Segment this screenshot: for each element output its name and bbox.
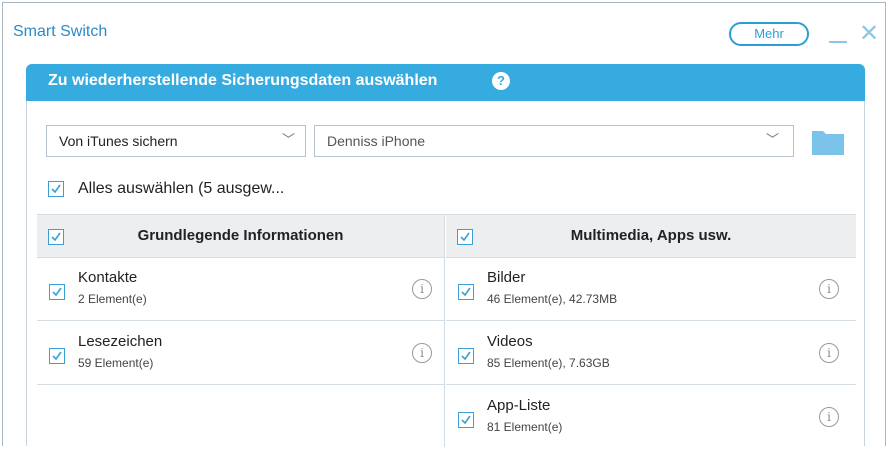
help-icon[interactable]: ? — [492, 72, 510, 90]
item-count: 59 Element(e) — [78, 356, 154, 370]
list-item-kontakte[interactable]: Kontakte 2 Element(e) i — [37, 257, 444, 321]
multimedia-column: Multimedia, Apps usw. Bilder 46 Element(… — [446, 215, 856, 447]
list-item-lesezeichen[interactable]: Lesezeichen 59 Element(e) i — [37, 321, 444, 385]
item-count: 81 Element(e) — [487, 420, 563, 434]
column-title: Grundlegende Informationen — [137, 227, 344, 244]
panel-title: Zu wiederherstellende Sicherungsdaten au… — [48, 72, 438, 89]
item-checkbox[interactable] — [458, 284, 474, 300]
item-checkbox[interactable] — [458, 348, 474, 364]
app-title: Smart Switch — [13, 23, 108, 40]
info-icon[interactable]: i — [412, 343, 432, 363]
backup-source-select[interactable]: Von iTunes sichern ﹀ — [46, 125, 306, 157]
backup-source-value: Von iTunes sichern — [59, 133, 178, 149]
info-icon[interactable]: i — [819, 279, 839, 299]
folder-icon[interactable] — [811, 128, 845, 156]
info-icon[interactable]: i — [819, 343, 839, 363]
device-value: Denniss iPhone — [327, 133, 426, 149]
item-name: App-Liste — [487, 397, 551, 414]
close-icon[interactable]: ✕ — [858, 20, 880, 46]
chevron-down-icon: ﹀ — [765, 133, 779, 148]
more-button[interactable]: Mehr — [729, 22, 809, 46]
list-item-bilder[interactable]: Bilder 46 Element(e), 42.73MB i — [446, 257, 856, 321]
item-count: 46 Element(e), 42.73MB — [487, 292, 618, 306]
device-select[interactable]: Denniss iPhone ﹀ — [314, 125, 794, 157]
item-name: Bilder — [487, 269, 526, 286]
basic-info-column: Grundlegende Informationen Kontakte 2 El… — [37, 215, 445, 447]
item-checkbox[interactable] — [49, 348, 65, 364]
list-item-videos[interactable]: Videos 85 Element(e), 7.63GB i — [446, 321, 856, 385]
item-name: Lesezeichen — [78, 333, 163, 350]
column-header: Multimedia, Apps usw. — [446, 215, 856, 258]
select-all-checkbox[interactable] — [48, 181, 64, 197]
select-all-label: Alles auswählen (5 ausgew... — [78, 180, 285, 197]
category-grid: Grundlegende Informationen Kontakte 2 El… — [37, 214, 856, 447]
item-count: 2 Element(e) — [78, 292, 147, 306]
info-icon[interactable]: i — [819, 407, 839, 427]
item-checkbox[interactable] — [458, 412, 474, 428]
item-checkbox[interactable] — [49, 284, 65, 300]
item-name: Kontakte — [78, 269, 138, 286]
info-icon[interactable]: i — [412, 279, 432, 299]
column-header: Grundlegende Informationen — [37, 215, 444, 258]
list-item-app-liste[interactable]: App-Liste 81 Element(e) i — [446, 385, 856, 449]
minimize-icon[interactable] — [827, 25, 849, 47]
item-count: 85 Element(e), 7.63GB — [487, 356, 610, 370]
column-title: Multimedia, Apps usw. — [570, 227, 732, 244]
chevron-down-icon: ﹀ — [281, 133, 295, 148]
panel-header: Zu wiederherstellende Sicherungsdaten au… — [26, 64, 865, 101]
item-name: Videos — [487, 333, 533, 350]
